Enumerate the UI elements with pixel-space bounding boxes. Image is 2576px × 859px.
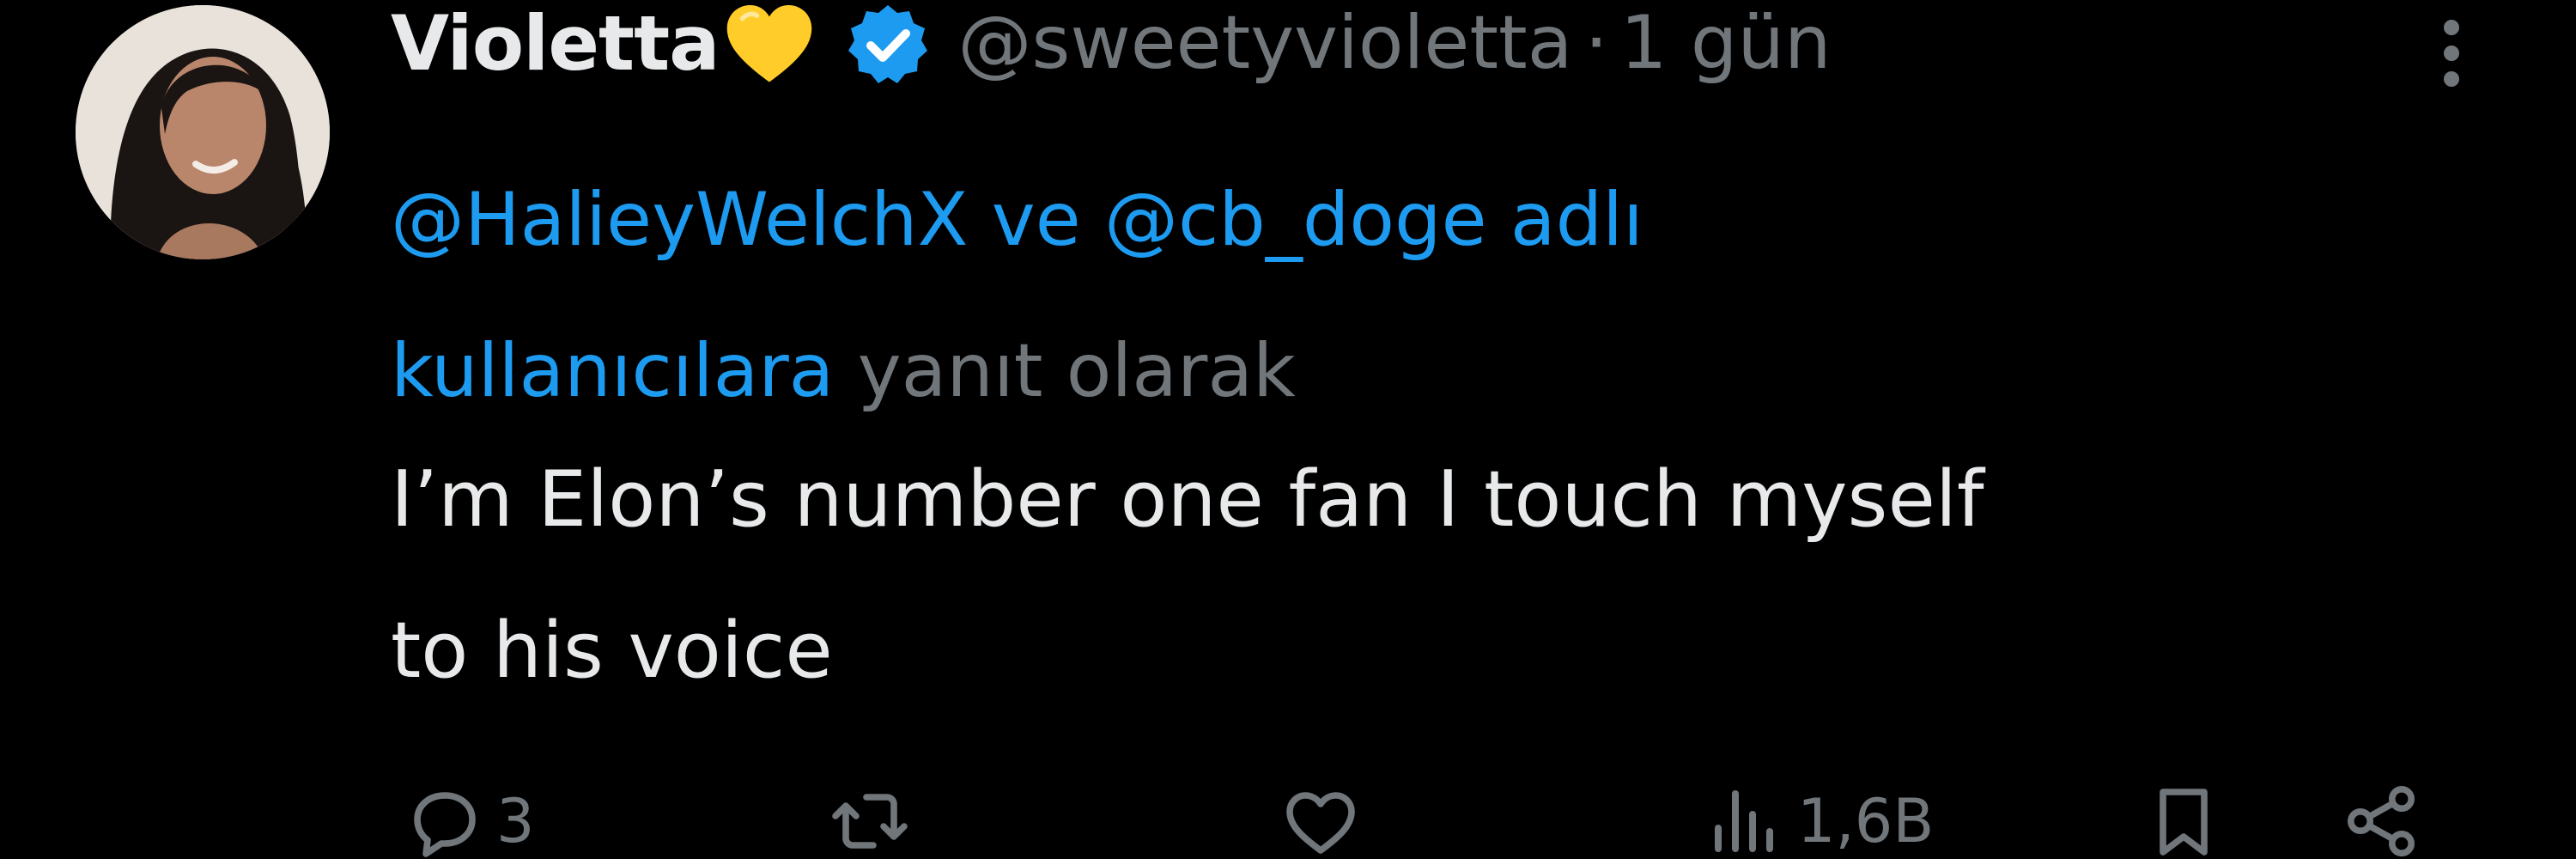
tweet[interactable]: Violetta @sweetyvioletta · 1 gün @Haliey… — [0, 0, 2576, 859]
views-button[interactable]: 1,6B — [1704, 780, 1934, 859]
verified-badge-icon[interactable] — [845, 2, 931, 88]
reply-joiner: ve — [968, 177, 1104, 263]
mention-link[interactable]: @HalieyWelchX — [391, 177, 968, 263]
more-options-icon[interactable] — [2421, 10, 2482, 96]
views-icon — [1715, 790, 1773, 852]
tweet-text: I’m Elon’s number one fan I touch myself… — [391, 424, 2451, 727]
separator-dot: · — [1584, 0, 1608, 86]
like-button[interactable] — [1279, 780, 1372, 859]
share-button[interactable] — [2340, 780, 2422, 859]
views-count: 1,6B — [1797, 786, 1935, 856]
user-handle[interactable]: @sweetyvioletta — [958, 0, 1573, 86]
action-bar: 3 1,6B — [0, 765, 2576, 859]
timestamp[interactable]: 1 gün — [1620, 0, 1832, 86]
reply-context: @HalieyWelchX ve @cb_doge adlı kullanıcı… — [391, 144, 2108, 447]
avatar-image — [76, 5, 330, 259]
reply-suffix: yanıt olarak — [834, 328, 1296, 414]
bookmark-button[interactable] — [2142, 780, 2225, 859]
tweet-text-line: I’m Elon’s number one fan I touch myself — [391, 454, 1984, 545]
tweet-header: Violetta @sweetyvioletta · 1 gün — [391, 0, 1831, 94]
reply-count: 3 — [496, 786, 535, 856]
yellow-heart-icon — [721, 0, 817, 94]
like-icon — [1286, 792, 1355, 854]
retweet-button[interactable] — [829, 780, 921, 859]
avatar[interactable] — [76, 5, 330, 259]
reply-button[interactable]: 3 — [404, 780, 535, 859]
tweet-text-line: to his voice — [391, 606, 833, 696]
reply-icon — [414, 792, 476, 857]
retweet-icon — [832, 794, 908, 849]
bookmark-icon — [2160, 789, 2208, 856]
share-icon — [2348, 786, 2415, 856]
display-name[interactable]: Violetta — [391, 0, 720, 88]
